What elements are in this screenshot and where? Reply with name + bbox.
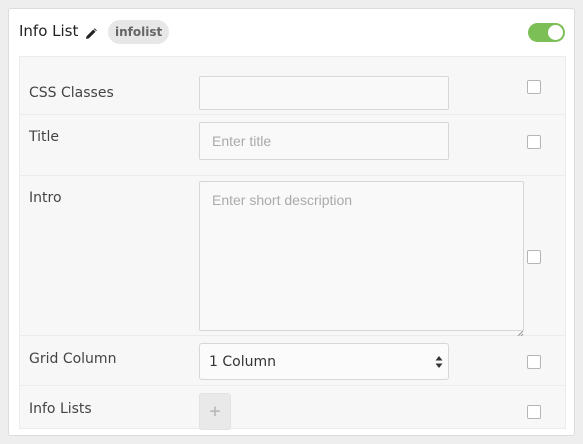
intro-checkbox[interactable] (527, 250, 541, 264)
row-grid-column: Grid Column 1 Column (20, 336, 565, 386)
type-badge: infolist (108, 20, 170, 44)
panel-header: Info List infolist (9, 9, 574, 55)
title-input[interactable] (199, 122, 449, 160)
row-intro: Intro (20, 176, 565, 337)
grid-column-select[interactable]: 1 Column (199, 343, 449, 380)
row-css-classes: CSS Classes (20, 57, 565, 115)
info-lists-checkbox[interactable] (527, 405, 541, 419)
pencil-icon[interactable] (85, 25, 97, 39)
row-title: Title (20, 115, 565, 176)
toggle-knob (548, 25, 563, 40)
info-list-panel: Info List infolist CSS Classes Title Int… (8, 8, 575, 436)
info-lists-label: Info Lists (29, 401, 92, 417)
grid-column-value: 1 Column (209, 354, 276, 370)
title-label: Title (29, 129, 60, 145)
resize-grip-icon[interactable] (517, 322, 524, 337)
grid-column-label: Grid Column (29, 351, 117, 367)
intro-label: Intro (29, 190, 62, 206)
add-info-list-button[interactable]: + (199, 393, 231, 430)
panel-title: Info List (19, 22, 79, 40)
updown-arrows-icon (435, 354, 443, 368)
css-classes-label: CSS Classes (29, 85, 114, 101)
enable-toggle[interactable] (528, 23, 565, 42)
grid-column-checkbox[interactable] (527, 355, 541, 369)
css-classes-checkbox[interactable] (527, 80, 541, 94)
title-checkbox[interactable] (527, 135, 541, 149)
field-list: CSS Classes Title Intro Grid Column (19, 56, 566, 430)
intro-textarea[interactable] (199, 181, 524, 331)
css-classes-input[interactable] (199, 76, 449, 110)
row-info-lists: Info Lists + (20, 386, 565, 430)
